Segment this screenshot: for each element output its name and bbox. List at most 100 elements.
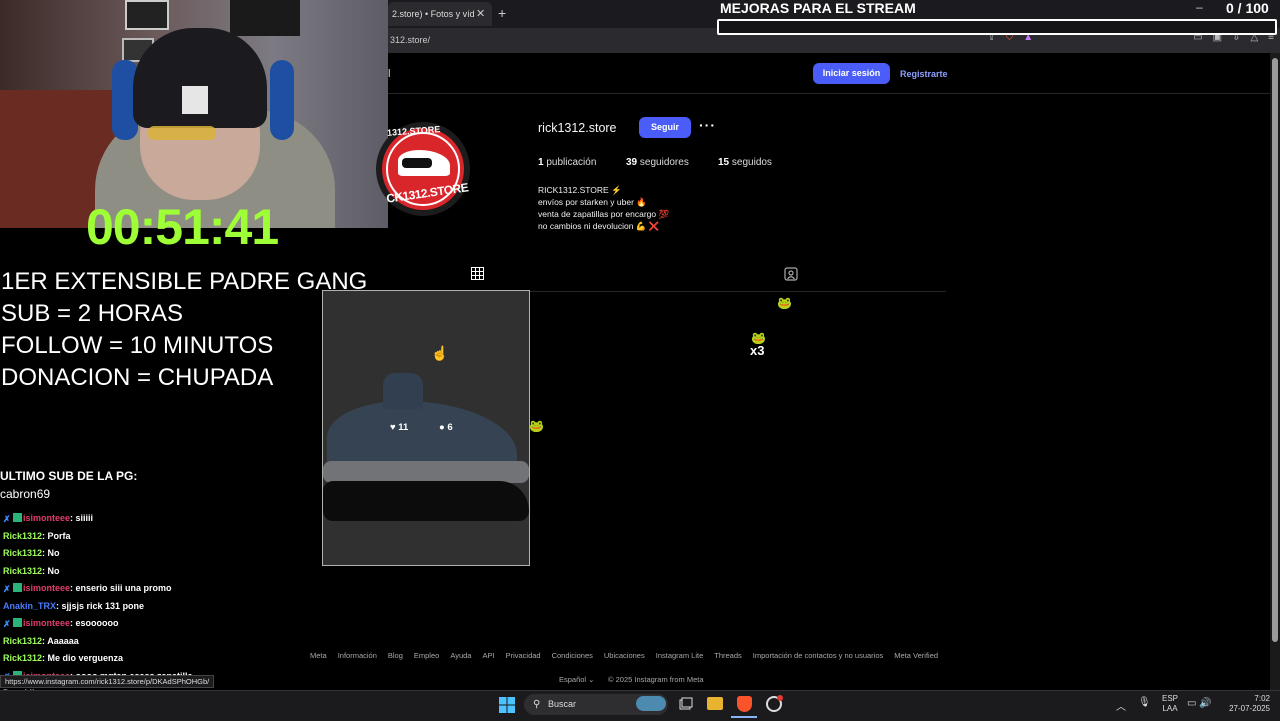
footer-link[interactable]: Meta <box>310 651 327 660</box>
chat-username: Rick1312 <box>3 548 43 558</box>
chat-message: ✗ isimonteee: siiiii <box>3 513 94 524</box>
chat-username: isimonteee <box>23 513 71 523</box>
footer-link[interactable]: Ubicaciones <box>604 651 645 660</box>
clock[interactable]: 7:02 27-07-2025 <box>1224 694 1270 714</box>
follow-button[interactable]: Seguir <box>639 117 691 138</box>
network-icon[interactable]: ▭ <box>1187 698 1196 709</box>
sub-badge-icon <box>13 513 22 522</box>
microphone-icon[interactable]: 🎙 <box>1138 697 1151 708</box>
goal-count: 0 / 100 <box>1226 0 1269 16</box>
footer-link[interactable]: Información <box>338 651 377 660</box>
url-text[interactable]: 312.store/ <box>390 35 430 45</box>
chat-message: Rick1312: Me dio verguenza <box>3 653 124 663</box>
clock-date: 27-07-2025 <box>1229 704 1270 713</box>
chat-message: Rick1312: No <box>3 548 60 558</box>
tab-title: 2.store) • Fotos y víde <box>392 9 474 19</box>
rule-line: DONACION = CHUPADA <box>1 364 274 391</box>
login-button[interactable]: Iniciar sesión <box>813 63 890 84</box>
bio-line: envíos por starken y uber 🔥 <box>538 197 647 207</box>
chat-message: Rick1312: Aaaaaa <box>3 635 79 646</box>
copyright: © 2025 Instagram from Meta <box>608 675 704 684</box>
post-comments: ● 6 <box>439 422 453 433</box>
footer-link[interactable]: Blog <box>388 651 403 660</box>
posts-stat: 1 publicación <box>538 157 597 168</box>
volume-icon[interactable]: 🔊 <box>1199 698 1211 709</box>
post-hover-overlay <box>322 290 530 566</box>
heart-icon: ♥ <box>390 422 396 433</box>
footer-link[interactable]: Privacidad <box>506 651 541 660</box>
chat-text: enserio siii una promo <box>75 583 172 593</box>
chat-text: siiiii <box>75 513 94 523</box>
close-tab-icon[interactable]: ✕ <box>476 7 485 20</box>
chat-text: No <box>47 548 60 558</box>
bio-line: no cambios ni devolucion 💪 ❌ <box>538 221 660 231</box>
chat-message: ✗ isimonteee: enserio siii una promo <box>3 583 172 594</box>
footer-link[interactable]: Empleo <box>414 651 439 660</box>
notification-dot <box>777 695 783 701</box>
footer-link[interactable]: Threads <box>714 651 742 660</box>
footer-link[interactable]: Condiciones <box>552 651 593 660</box>
chat-text: sjjsjs rick 131 pone <box>61 600 145 611</box>
chat-text: esoooooo <box>75 618 119 628</box>
instagram-logo[interactable]: l <box>388 68 390 80</box>
hand-cursor-icon: ☝ <box>431 345 449 361</box>
last-sub-name: cabron69 <box>0 487 51 501</box>
footer-link[interactable]: Meta Verified <box>894 651 938 660</box>
windows-start-icon[interactable] <box>499 697 515 713</box>
new-tab-button[interactable]: + <box>498 5 506 21</box>
input-language[interactable]: ESP LAA <box>1162 694 1178 714</box>
footer-link[interactable]: API <box>482 651 494 660</box>
tagged-icon[interactable] <box>784 267 798 281</box>
comment-icon: ● <box>439 422 445 433</box>
task-view-icon[interactable] <box>679 697 693 711</box>
lang-bottom: LAA <box>1162 704 1178 713</box>
subathon-timer: 00:51:41 <box>86 199 279 255</box>
last-sub-label: ULTIMO SUB DE LA PG: <box>0 469 138 483</box>
goal-progress-bar <box>717 19 1277 35</box>
scrollbar-thumb[interactable] <box>1272 58 1278 642</box>
chat-message: Rick1312: No <box>3 565 60 576</box>
sword-badge-icon: ✗ <box>3 584 11 594</box>
link-status-url: https://www.instagram.com/rick1312.store… <box>0 675 215 688</box>
bio-line: venta de zapatillas por encargo 💯 <box>538 209 670 219</box>
header-divider <box>388 93 1270 94</box>
brave-browser-icon[interactable] <box>737 696 752 712</box>
rule-line: SUB = 2 HORAS <box>1 300 184 327</box>
more-options-button[interactable]: ··· <box>699 117 716 133</box>
profile-username: rick1312.store <box>538 121 617 135</box>
chat-message: ✗ isimonteee: esoooooo <box>3 618 119 629</box>
chat-text: Aaaaaa <box>47 635 79 646</box>
chat-username: Rick1312 <box>3 653 43 663</box>
minimize-icon[interactable]: – <box>1196 0 1203 14</box>
chat-username: Rick1312 <box>3 635 43 646</box>
posts-grid-icon[interactable] <box>471 267 484 280</box>
chat-message: Rick1312: Porfa <box>3 530 71 541</box>
lang-top: ESP <box>1162 694 1179 703</box>
bio-line: RICK1312.STORE ⚡ <box>538 185 622 195</box>
tray-chevron-icon[interactable]: ︿ <box>1116 698 1126 713</box>
chat-username: isimonteee <box>23 583 71 593</box>
signup-link[interactable]: Registrarte <box>900 69 948 79</box>
instagram-footer: Meta Información Blog Empleo Ayuda API P… <box>310 651 970 660</box>
file-explorer-icon[interactable] <box>707 697 723 710</box>
chat-username: Anakin_TRX <box>3 600 57 611</box>
chat-text: No <box>47 565 60 576</box>
browser-tab[interactable]: 2.store) • Fotos y víde ✕ <box>388 2 492 26</box>
search-highlight-icon <box>636 696 666 711</box>
goal-title: MEJORAS PARA EL STREAM <box>720 0 916 16</box>
post-likes: ♥ 11 <box>390 422 409 433</box>
rule-line: 1ER EXTENSIBLE PADRE GANG <box>1 268 368 295</box>
search-icon: ⚲ <box>533 699 541 710</box>
frog-emote-icon: 🐸 <box>777 296 792 310</box>
footer-link[interactable]: Ayuda <box>450 651 471 660</box>
profile-bio: RICK1312.STORE ⚡ envíos por starken y ub… <box>538 184 669 232</box>
language-select[interactable]: Español ⌄ <box>559 675 594 684</box>
footer-link[interactable]: Instagram Lite <box>656 651 704 660</box>
footer-link[interactable]: Importación de contactos y no usuarios <box>753 651 884 660</box>
sub-badge-icon <box>13 583 22 592</box>
followers-stat[interactable]: 39 seguidores <box>626 157 689 168</box>
chat-username: Rick1312 <box>3 565 43 576</box>
sub-badge-icon <box>13 618 22 627</box>
following-stat[interactable]: 15 seguidos <box>718 157 772 168</box>
tray-icons[interactable]: ▭ 🔊 <box>1187 698 1212 709</box>
